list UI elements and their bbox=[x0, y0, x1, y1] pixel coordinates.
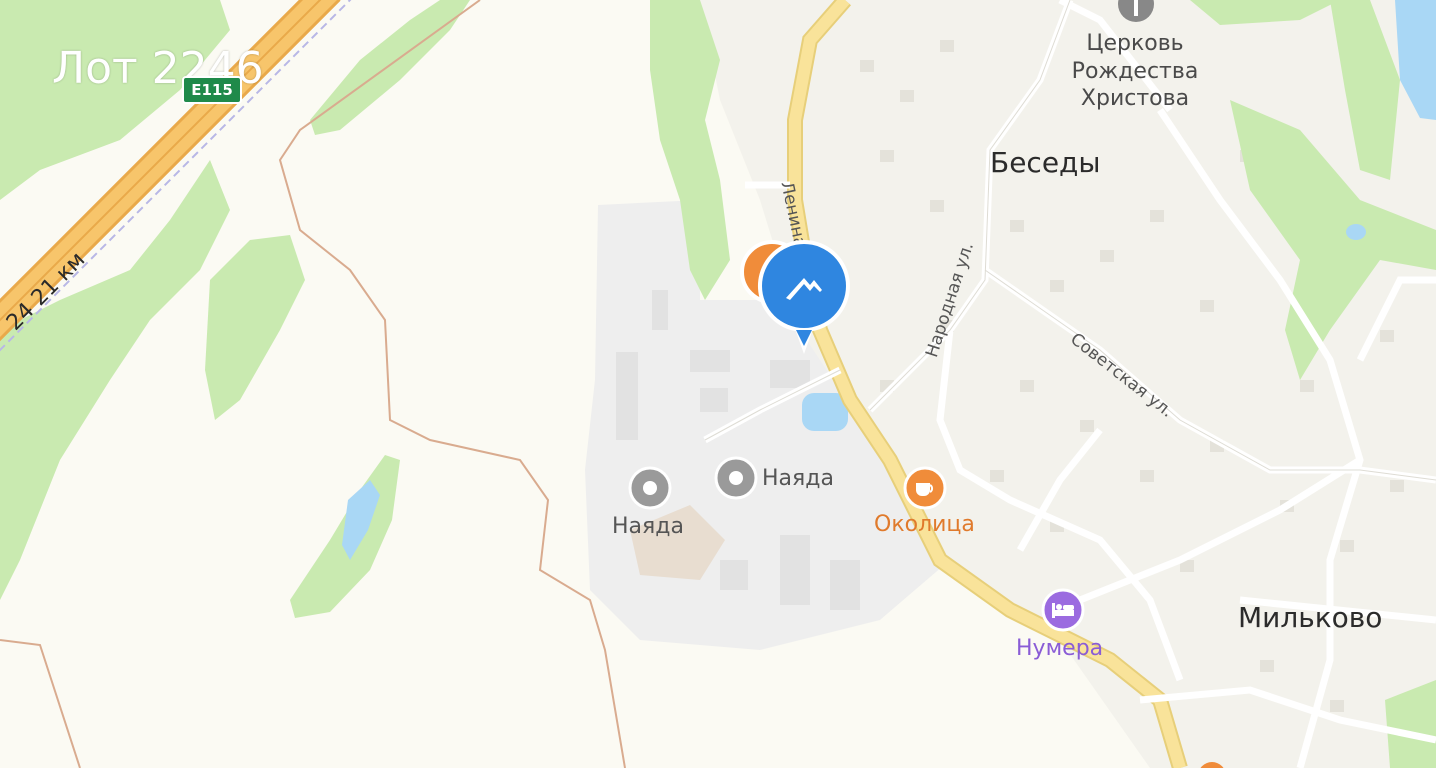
map-view[interactable]: Лот 2246 Е115 24 21 км Церковь Рождества… bbox=[0, 0, 1436, 768]
church-label-line2: Рождества bbox=[1071, 58, 1199, 84]
settlement-milkovo: Мильково bbox=[1238, 601, 1383, 634]
church-label-line3: Христова bbox=[1080, 86, 1190, 111]
settlement-besedy: Беседы bbox=[990, 146, 1101, 179]
place-dot-icon[interactable] bbox=[628, 466, 672, 514]
church-label-line1: Церковь bbox=[1086, 31, 1184, 56]
map-base-layer bbox=[0, 0, 1436, 768]
poi-nayada-1[interactable]: Наяда bbox=[612, 514, 684, 539]
church-label[interactable]: Церковь Рождества Христова bbox=[1060, 30, 1210, 113]
house-marker-icon[interactable] bbox=[756, 238, 852, 356]
place-dot-icon[interactable] bbox=[714, 456, 758, 504]
church-icon[interactable] bbox=[1116, 0, 1156, 22]
road-shield: Е115 bbox=[182, 76, 242, 104]
hotel-bed-icon[interactable] bbox=[1041, 588, 1085, 636]
poi-nayada-2[interactable]: Наяда bbox=[762, 466, 834, 491]
poi-numera[interactable]: Нумера bbox=[1016, 636, 1103, 661]
cafe-icon[interactable] bbox=[903, 466, 947, 514]
poi-okolitsa[interactable]: Околица bbox=[874, 512, 975, 537]
